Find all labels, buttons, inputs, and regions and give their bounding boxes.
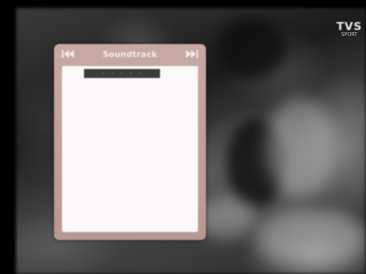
skip-next-icon[interactable]: [185, 49, 198, 59]
tv-screen: TVS SPORT Soundtrack · · · · ·: [0, 0, 366, 274]
channel-logo-name: TVS: [336, 20, 362, 33]
soundtrack-list-item-label: · · · · ·: [101, 70, 143, 77]
soundtrack-menu: Soundtrack · · · · ·: [54, 44, 206, 240]
soundtrack-menu-header: Soundtrack: [54, 47, 206, 61]
soundtrack-list-item-selected[interactable]: · · · · ·: [84, 69, 160, 78]
soundtrack-menu-title: Soundtrack: [102, 49, 158, 59]
skip-previous-icon[interactable]: [62, 49, 74, 59]
channel-logo: TVS SPORT: [337, 20, 362, 38]
soundtrack-list[interactable]: · · · · ·: [62, 66, 198, 232]
